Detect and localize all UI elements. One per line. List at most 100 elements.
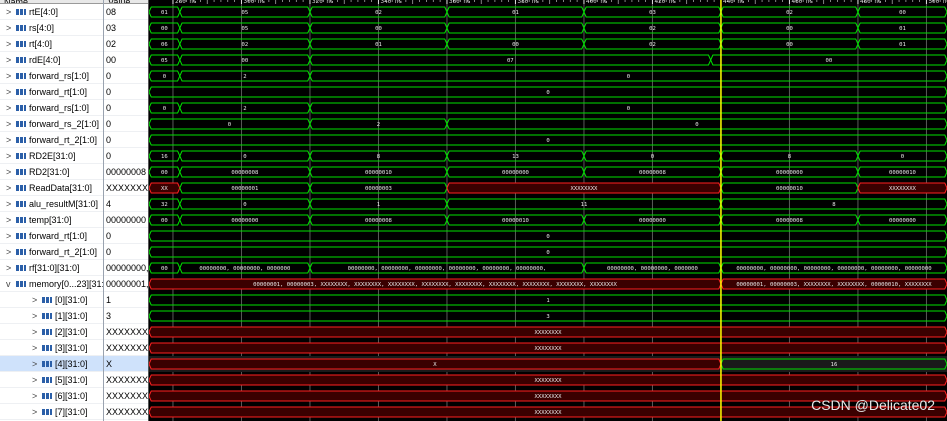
signal-value: X [104, 356, 148, 372]
segment-value: 00000000, 00000000, 00000000, 00000000, … [348, 266, 547, 272]
chevron-right-icon[interactable]: > [32, 404, 37, 419]
chevron-right-icon[interactable]: > [6, 180, 11, 195]
waveform-row[interactable]: 0 [149, 246, 947, 258]
chevron-right-icon[interactable]: > [6, 68, 11, 83]
segment-value: 00000001, 00000003, XXXXXXXX, XXXXXXXX, … [736, 282, 932, 288]
chevron-right-icon[interactable]: > [32, 340, 37, 355]
waveform-row[interactable]: 0 [149, 134, 947, 146]
chevron-right-icon[interactable]: > [6, 52, 11, 67]
chevron-right-icon[interactable]: > [6, 212, 11, 227]
chevron-right-icon[interactable]: > [32, 372, 37, 387]
signal-row[interactable]: > [3][31:0] [0, 340, 103, 356]
bus-icon [16, 72, 26, 80]
signal-row[interactable]: > rdE[4:0] [0, 52, 103, 68]
segment-value: XXXXXXXX [570, 186, 598, 192]
segment-value: 00000010 [365, 170, 392, 176]
chevron-right-icon[interactable]: > [6, 228, 11, 243]
signal-row[interactable]: > RD2E[31:0] [0, 148, 103, 164]
chevron-right-icon[interactable]: > [6, 260, 11, 275]
segment-value: 0 [243, 202, 246, 208]
waveform-row[interactable]: 0 [149, 86, 947, 98]
waveform-row[interactable]: 32 0 1 11 8 [149, 198, 947, 210]
signal-row[interactable]: > rt[4:0] [0, 36, 103, 52]
waveform-row[interactable]: 1 [149, 294, 947, 306]
segment-value: 2 [377, 122, 380, 128]
chevron-right-icon[interactable]: > [32, 308, 37, 323]
signal-row[interactable]: > [2][31:0] [0, 324, 103, 340]
signal-value: 00000000, [104, 260, 148, 276]
signal-row[interactable]: > rf[31:0][31:0] [0, 260, 103, 276]
waveform-row[interactable]: XXXXXXXX [149, 326, 947, 338]
waveform-row[interactable]: 3 [149, 310, 947, 322]
bus-icon [16, 232, 26, 240]
segment-value: 06 [161, 42, 168, 48]
chevron-right-icon[interactable]: > [6, 4, 11, 19]
waveform-row[interactable]: 00 05 00 02 00 01 [149, 22, 947, 34]
chevron-right-icon[interactable]: > [32, 292, 37, 307]
chevron-right-icon[interactable]: > [32, 388, 37, 403]
signal-row[interactable]: > [1][31:0] [0, 308, 103, 324]
waveform-row[interactable]: 00 00000000, 00000000, 0000000 00000000, 0… [149, 262, 947, 274]
segment-value: 11 [581, 202, 588, 208]
signal-name: rf[31:0][31:0] [29, 263, 80, 273]
chevron-right-icon[interactable]: > [6, 116, 11, 131]
signal-row[interactable]: > [0][31:0] [0, 292, 103, 308]
signal-value: 0 [104, 148, 148, 164]
chevron-right-icon[interactable]: > [32, 356, 37, 371]
chevron-right-icon[interactable]: > [6, 196, 11, 211]
signal-row[interactable]: > temp[31:0] [0, 212, 103, 228]
signal-row[interactable]: > forward_rs_2[1:0] [0, 116, 103, 132]
chevron-right-icon[interactable]: > [6, 244, 11, 259]
signal-row[interactable]: > forward_rs[1:0] [0, 100, 103, 116]
waveform-row[interactable]: 00 00000000 00000008 00000010 00000000 000000… [149, 214, 947, 226]
waveform-row[interactable]: 06 02 01 00 02 00 01 [149, 38, 947, 50]
waveform-row[interactable]: XXXXXXXX [149, 374, 947, 386]
chevron-right-icon[interactable]: > [6, 164, 11, 179]
signal-row[interactable]: > forward_rt[1:0] [0, 84, 103, 100]
waveform-row[interactable]: 0 2 0 [149, 70, 947, 82]
waveform-row[interactable]: 00 00000008 00000010 00000000 00000008 000000… [149, 166, 947, 178]
signal-row[interactable]: > [5][31:0] [0, 372, 103, 388]
signal-row[interactable]: > forward_rs[1:0] [0, 68, 103, 84]
bus-icon [42, 312, 52, 320]
signal-row[interactable]: > alu_resultM[31:0] [0, 196, 103, 212]
waveform-canvas[interactable]: 280 ns 300 ns 320 ns 340 ns 360 ns 380 ns 400 … [149, 0, 947, 421]
signal-row[interactable]: > forward_rt_2[1:0] [0, 244, 103, 260]
segment-value: 0 [546, 250, 549, 256]
chevron-right-icon[interactable]: > [6, 36, 11, 51]
waveform-row[interactable]: 05 00 07 00 [149, 54, 947, 66]
time-tick-label: 320 ns [312, 0, 334, 5]
signal-row[interactable]: > [7][31:0] [0, 404, 103, 420]
signal-row[interactable]: > forward_rt[1:0] [0, 228, 103, 244]
signal-value: 00000001, [104, 276, 148, 292]
segment-value: 0 [695, 122, 698, 128]
signal-row[interactable]: > forward_rt_2[1:0] [0, 132, 103, 148]
waveform-row[interactable]: 00000001, 00000003, XXXXXXXX, XXXXXXXX, … [149, 278, 947, 290]
chevron-down-icon[interactable]: v [6, 276, 11, 291]
signal-row[interactable]: > [4][31:0] [0, 356, 103, 372]
signal-row[interactable]: > ReadData[31:0] [0, 180, 103, 196]
waveform-row[interactable]: 0 2 0 [149, 102, 947, 114]
signal-row[interactable]: > RD2[31:0] [0, 164, 103, 180]
segment-value: 0 [627, 106, 630, 112]
signal-row[interactable]: > [6][31:0] [0, 388, 103, 404]
chevron-right-icon[interactable]: > [6, 132, 11, 147]
signal-row[interactable]: v memory[0...23][31:0] [0, 276, 103, 292]
chevron-right-icon[interactable]: > [6, 100, 11, 115]
signal-row[interactable]: > rtE[4:0] [0, 4, 103, 20]
waveform-row[interactable]: 16 0 8 13 0 8 0 [149, 150, 947, 162]
waveform-row[interactable]: X 16 [149, 356, 947, 372]
chevron-right-icon[interactable]: > [32, 324, 37, 339]
waveform-row[interactable]: XXXXXXXX [149, 342, 947, 354]
waveform-row[interactable]: 01 05 02 01 03 02 00 [149, 6, 947, 18]
chevron-right-icon[interactable]: > [6, 148, 11, 163]
signal-row[interactable]: > rs[4:0] [0, 20, 103, 36]
chevron-right-icon[interactable]: > [6, 20, 11, 35]
segment-value: 00 [375, 26, 382, 32]
waveform-row[interactable]: 0 [149, 230, 947, 242]
bus-icon [16, 88, 26, 96]
waveform-row[interactable]: XX 00000001 00000003 XXXXXXXX 00000010 XXXXXX… [149, 182, 947, 194]
waveform-row[interactable]: 0 2 0 [149, 118, 947, 130]
chevron-right-icon[interactable]: > [6, 84, 11, 99]
segment-value: 0 [243, 154, 246, 160]
